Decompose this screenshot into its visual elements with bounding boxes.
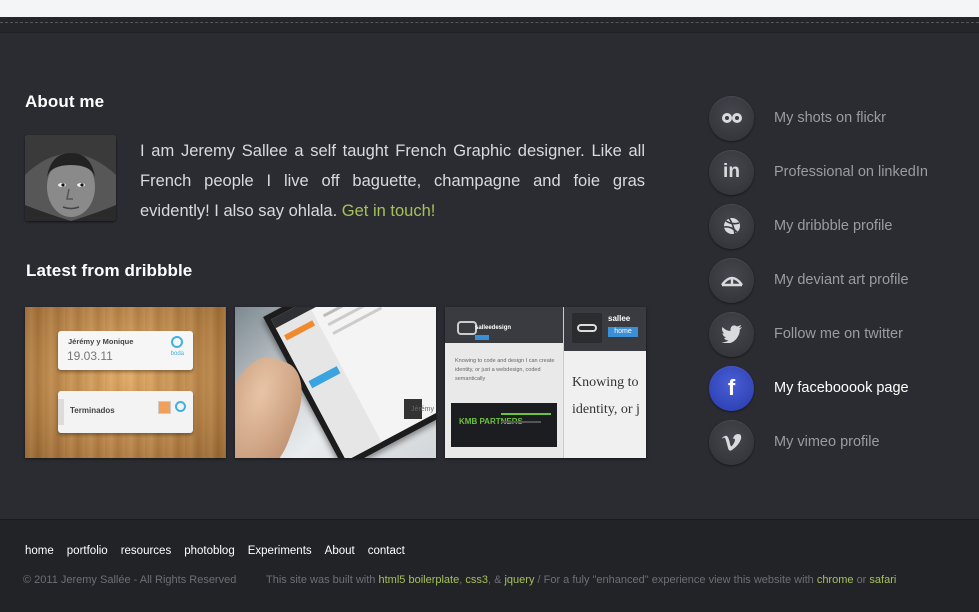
shot-card-status: Terminados [70, 406, 115, 415]
social-label-twitter: Follow me on twitter [774, 326, 903, 342]
flickr-icon [709, 95, 754, 141]
credits-prefix: This site was built with [266, 574, 376, 586]
shot3-brand: salleedesign [475, 325, 512, 331]
ring-icon [175, 401, 186, 412]
stitch-divider [0, 22, 979, 23]
glasses-icon [577, 324, 597, 332]
shot3-big1: Knowing to [572, 375, 639, 390]
footer-link-about[interactable]: About [325, 545, 355, 557]
shot-card-date: 19.03.11 [67, 349, 113, 363]
shot-card-badge: boda [170, 351, 184, 357]
footer-link-portfolio[interactable]: portfolio [67, 545, 108, 557]
footer-copyright: © 2011 Jeremy Sallée - All Rights Reserv… [23, 574, 237, 586]
safari-link[interactable]: safari [869, 574, 896, 586]
footer-credits: This site was built with html5 boilerpla… [266, 574, 896, 586]
facebook-icon: f [709, 365, 754, 411]
top-browser-strip [0, 0, 979, 17]
dribbble-shot-1[interactable]: Jérémy y Monique 19.03.11 boda Terminado… [25, 307, 226, 458]
social-label-linkedin: Professional on linkedIn [774, 164, 928, 180]
twitter-icon [709, 311, 754, 357]
dribbble-shot-3[interactable]: salleedesign Knowing to code and design … [445, 307, 646, 458]
social-item-twitter[interactable]: Follow me on twitter [709, 311, 979, 357]
social-label-vimeo: My vimeo profile [774, 434, 880, 450]
social-label-facebook: My facebooook page [774, 380, 909, 396]
mustache-logo-icon [457, 321, 477, 335]
credits-sep1: , [459, 574, 463, 586]
divider-line [0, 32, 979, 33]
shot3-brand2: sallee [608, 314, 631, 323]
ring-icon [171, 336, 183, 348]
footer-link-experiments[interactable]: Experiments [248, 545, 312, 557]
footer-link-home[interactable]: home [25, 545, 54, 557]
shot3-text2: identity, or just a webdesign, coded sem… [455, 367, 541, 382]
footer-nav: home portfolio resources photoblog Exper… [25, 545, 418, 557]
footer-link-photoblog[interactable]: photoblog [184, 545, 235, 557]
social-label-dribbble: My dribbble profile [774, 218, 893, 234]
image-icon [158, 401, 171, 414]
avatar [25, 135, 116, 221]
social-item-vimeo[interactable]: My vimeo profile [709, 419, 979, 465]
chrome-link[interactable]: chrome [817, 574, 854, 586]
footer-link-contact[interactable]: contact [368, 545, 405, 557]
linkedin-icon: in [709, 149, 754, 195]
html5-boilerplate-link[interactable]: html5 boilerplate [379, 574, 460, 586]
shot-card-name: Jérémy y Monique [68, 337, 134, 346]
shot-card-top: Jérémy y Monique 19.03.11 boda [58, 331, 193, 370]
social-item-deviantart[interactable]: My deviant art profile [709, 257, 979, 303]
about-heading: About me [25, 92, 105, 111]
deviantart-icon [709, 257, 754, 303]
header-band [0, 17, 979, 33]
shot3-home-button: home [608, 327, 638, 337]
social-label-flickr: My shots on flickr [774, 110, 886, 126]
social-item-linkedin[interactable]: in Professional on linkedIn [709, 149, 979, 195]
social-label-deviantart: My deviant art profile [774, 272, 909, 288]
credits-middle: / For a fuly "enhanced" experience view … [537, 574, 814, 586]
credits-sep2: , & [487, 574, 502, 586]
shot2-caption: Jérémy [411, 406, 434, 413]
footer [0, 519, 979, 612]
vimeo-icon [709, 419, 754, 465]
credits-or: or [856, 574, 867, 586]
social-item-facebook[interactable]: f My facebooook page [709, 365, 979, 411]
css3-link[interactable]: css3 [465, 574, 488, 586]
dribbble-icon [709, 203, 754, 249]
social-item-dribbble[interactable]: My dribbble profile [709, 203, 979, 249]
shot3-text1: Knowing to code and design I can create [455, 358, 555, 364]
footer-link-resources[interactable]: resources [121, 545, 172, 557]
jquery-link[interactable]: jquery [504, 574, 534, 586]
social-item-flickr[interactable]: My shots on flickr [709, 95, 979, 141]
shot3-big2: identity, or j [572, 402, 640, 417]
dribbble-heading: Latest from dribbble [26, 261, 193, 280]
dribbble-shot-2[interactable]: Jérémy [235, 307, 436, 458]
get-in-touch-link[interactable]: Get in touch! [342, 202, 436, 220]
about-text: I am Jeremy Sallee a self taught French … [140, 136, 645, 226]
shot-card-bottom: Terminados [58, 391, 193, 433]
